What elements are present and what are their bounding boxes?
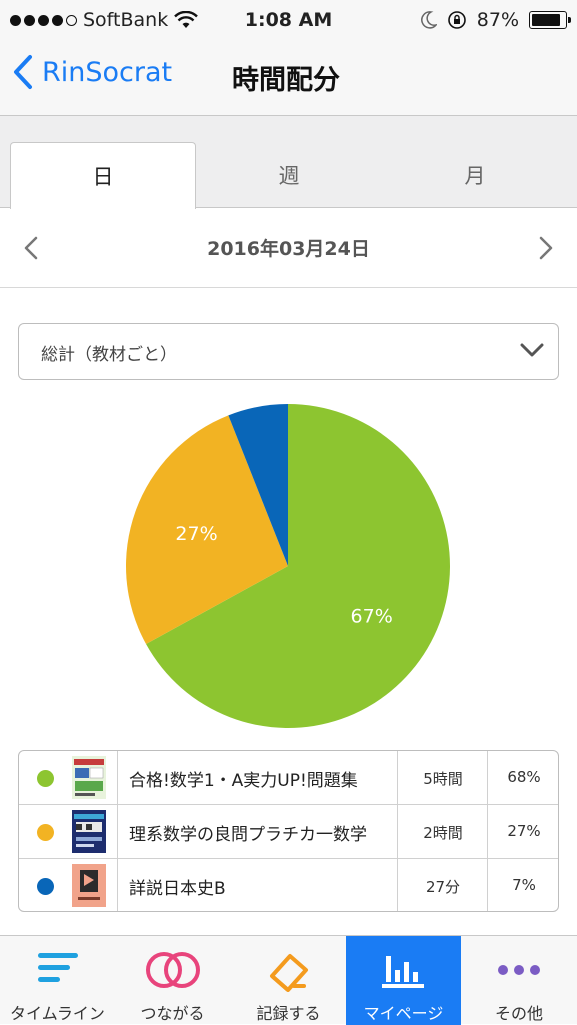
tabbar-label: タイムライン [10,1004,105,1023]
pie-chart: 67% 27% [126,404,450,728]
status-right: 87% [420,9,571,31]
moon-icon [420,11,437,29]
bottom-tab-bar: タイムライン つながる 記録する マイページ その他 [0,935,577,1025]
series-color-dot [37,878,54,895]
back-label: RinSocrat [42,56,173,88]
current-date: 2016年03月24日 [207,238,370,260]
tabbar-label: 記録する [256,1004,321,1023]
record-icon [269,954,308,992]
book-title: 詳説日本史B [129,879,226,899]
period-tabs: 日 週 月 [0,116,577,209]
study-time: 5時間 [423,770,463,788]
navigation-bar: RinSocrat 時間配分 [0,40,577,116]
more-icon [498,965,540,975]
series-color-dot [37,824,54,841]
date-navigator: 2016年03月24日 [0,208,577,288]
status-bar: SoftBank 1:08 AM 87% [0,0,577,40]
tab-day[interactable]: 日 [10,142,196,209]
tabbar-label: その他 [494,1004,543,1023]
timeline-icon [37,953,78,982]
tabbar-label: マイページ [363,1004,444,1023]
next-date-button[interactable] [537,236,555,260]
tabbar-label: つながる [140,1004,205,1023]
study-time: 27分 [425,878,461,896]
tabbar-item-connect[interactable]: つながる [115,936,230,1025]
tabbar-item-timeline[interactable]: タイムライン [0,936,115,1025]
wifi-icon [174,11,199,28]
mypage-icon [381,956,424,988]
pie-slice-label: 67% [351,605,393,627]
pie-slice-label: 27% [175,523,217,545]
signal-icon [10,14,77,26]
battery-icon [529,11,571,29]
book-title: 合格!数学1・A実力UP!問題集 [129,771,358,791]
series-color-dot [37,770,54,787]
table-row[interactable]: 合格!数学1・A実力UP!問題集 5時間 68% [19,751,558,805]
book-cover-image [72,756,106,799]
study-time: 2時間 [423,824,463,842]
connect-icon [145,952,200,988]
rotation-lock-icon [447,11,466,29]
study-percent: 68% [507,768,541,786]
battery-percent: 87% [476,9,519,31]
book-cover-image [72,864,106,907]
book-cover-image [72,810,106,853]
carrier-name: SoftBank [83,9,169,31]
chevron-left-icon [14,55,32,89]
aggregate-select[interactable]: 総計（教材ごと） [18,323,559,380]
status-left: SoftBank [10,9,199,31]
chevron-down-icon [520,343,544,357]
page-title: 時間配分 [232,65,340,96]
tab-week[interactable]: 週 [196,142,382,208]
tabbar-item-record[interactable]: 記録する [231,936,346,1025]
select-value: 総計（教材ごと） [41,345,177,365]
back-button[interactable]: RinSocrat [12,54,172,90]
table-row[interactable]: 理系数学の良問プラチカ一数学 2時間 27% [19,805,558,859]
tabbar-item-more[interactable]: その他 [461,936,577,1025]
study-percent: 7% [512,876,536,894]
study-percent: 27% [507,822,541,840]
table-row[interactable]: 詳説日本史B 27分 7% [19,859,558,911]
tabbar-item-mypage[interactable]: マイページ [346,936,461,1025]
book-title: 理系数学の良問プラチカ一数学 [129,825,367,845]
legend-table: 合格!数学1・A実力UP!問題集 5時間 68% 理系数学の良問プラチカ一数学 … [18,750,559,912]
tab-month[interactable]: 月 [382,142,568,208]
